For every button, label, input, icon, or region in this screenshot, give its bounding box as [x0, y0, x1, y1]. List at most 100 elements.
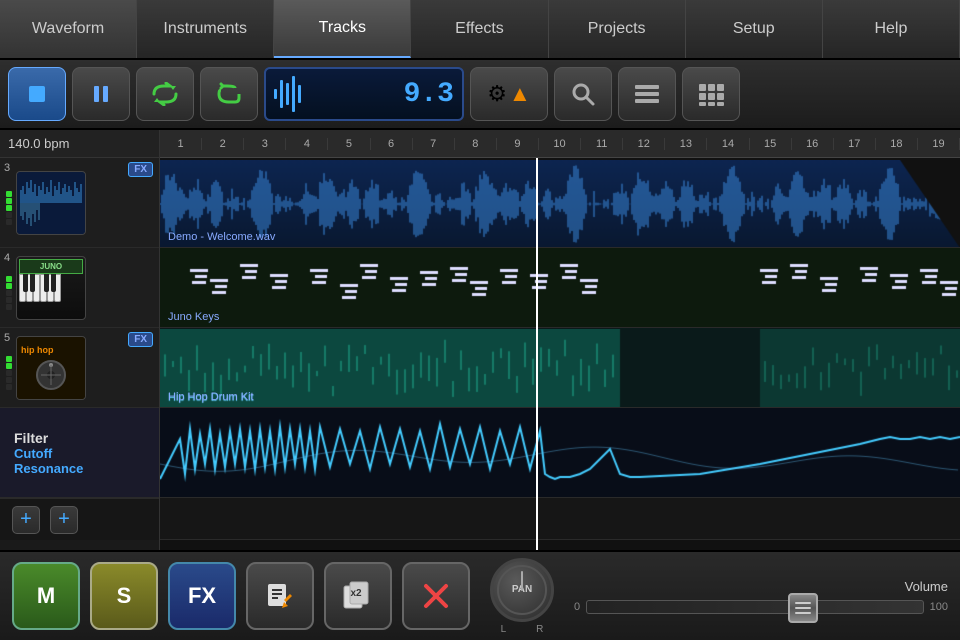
- track-4-thumbnail[interactable]: JUNO: [16, 256, 86, 320]
- track-3-meter: [6, 191, 12, 225]
- nav-help[interactable]: Help: [823, 0, 960, 58]
- volume-title: Volume: [574, 579, 948, 594]
- ruler-15: 15: [750, 138, 792, 150]
- volume-control: Volume 0 100: [574, 579, 948, 614]
- timeline-area: 1 2 3 4 5 6 7 8 9 10 11 12 13 14 15 16 1…: [160, 130, 960, 550]
- audio-track-name: Demo - Welcome.wav: [168, 231, 275, 243]
- main-area: 140.0 bpm 3: [0, 130, 960, 550]
- track-5-number: 5: [4, 332, 10, 344]
- ruler-16: 16: [792, 138, 834, 150]
- track-5-fx-badge[interactable]: FX: [128, 332, 153, 347]
- midi-pattern-canvas: [160, 249, 960, 327]
- filter-cutoff-label: Cutoff: [14, 446, 83, 461]
- pan-left-label: L: [501, 624, 507, 635]
- filter-track-lane[interactable]: [160, 408, 960, 498]
- pan-knob-svg: [494, 562, 550, 618]
- volume-track[interactable]: [586, 600, 924, 614]
- midi-track-lane[interactable]: Juno Keys: [160, 248, 960, 328]
- track-3-fx-badge[interactable]: FX: [128, 162, 153, 177]
- edit-icon: [262, 578, 298, 614]
- track-5-header: 5 hip hop FX: [0, 328, 159, 408]
- filter-resonance-label: Resonance: [14, 461, 83, 476]
- ruler-4: 4: [286, 138, 328, 150]
- drums-track-name: Hip Hop Drum Kit: [168, 391, 254, 403]
- search-button[interactable]: [554, 67, 612, 121]
- transport-display: 9.3: [264, 67, 464, 121]
- ruler-9: 9: [497, 138, 539, 150]
- midi-track-name: Juno Keys: [168, 311, 219, 323]
- track-3-thumbnail[interactable]: [16, 171, 86, 235]
- bar-indicator: [274, 76, 301, 112]
- ruler-14: 14: [707, 138, 749, 150]
- drums-track-lane[interactable]: Hip Hop Drum Kit: [160, 328, 960, 408]
- filter-automation-canvas: [160, 409, 960, 497]
- juno-label: JUNO: [19, 259, 83, 274]
- undo-button[interactable]: [200, 67, 258, 121]
- ruler-8: 8: [455, 138, 497, 150]
- pan-knob[interactable]: PAN: [490, 558, 554, 622]
- pan-control: PAN L R: [490, 558, 554, 635]
- add-automation-button[interactable]: +: [50, 506, 78, 534]
- edit-button[interactable]: [246, 562, 314, 630]
- nav-instruments[interactable]: Instruments: [137, 0, 274, 58]
- ruler-18: 18: [876, 138, 918, 150]
- duplicate-button[interactable]: x2: [324, 562, 392, 630]
- ruler-13: 13: [665, 138, 707, 150]
- volume-thumb[interactable]: [788, 593, 818, 623]
- volume-slider-container: 0 100: [574, 600, 948, 614]
- stop-button[interactable]: [8, 67, 66, 121]
- delete-icon: [418, 578, 454, 614]
- ruler-17: 17: [834, 138, 876, 150]
- track-3-header: 3: [0, 158, 159, 248]
- track-5-thumbnail[interactable]: hip hop: [16, 336, 86, 400]
- nav-effects[interactable]: Effects: [411, 0, 548, 58]
- pan-right-label: R: [536, 624, 543, 635]
- pan-lr-labels: L R: [501, 624, 544, 635]
- ruler-7: 7: [413, 138, 455, 150]
- ruler-10: 10: [539, 138, 581, 150]
- svg-text:hip hop: hip hop: [21, 345, 54, 355]
- list-view-button[interactable]: [618, 67, 676, 121]
- ruler-1: 1: [160, 138, 202, 150]
- nav-tracks[interactable]: Tracks: [274, 0, 411, 58]
- left-panel: 140.0 bpm 3: [0, 130, 160, 550]
- nav-waveform[interactable]: Waveform: [0, 0, 137, 58]
- track-3-number: 3: [4, 162, 10, 174]
- duplicate-icon: x2: [340, 578, 376, 614]
- top-navigation: Waveform Instruments Tracks Effects Proj…: [0, 0, 960, 60]
- delete-button[interactable]: [402, 562, 470, 630]
- nav-setup[interactable]: Setup: [686, 0, 823, 58]
- track-5-meter: [6, 356, 12, 390]
- fx-button[interactable]: FX: [168, 562, 236, 630]
- filter-track-header: Filter Cutoff Resonance: [0, 408, 159, 498]
- mute-button[interactable]: M: [12, 562, 80, 630]
- bottom-toolbar: M S FX x2 PAN: [0, 550, 960, 640]
- pause-button[interactable]: [72, 67, 130, 121]
- svg-text:x2: x2: [350, 588, 362, 599]
- metronome-settings-button[interactable]: ⚙ ▲: [470, 67, 548, 121]
- drums-pattern-canvas: [160, 329, 960, 407]
- ruler-11: 11: [581, 138, 623, 150]
- empty-track-lane: [160, 498, 960, 540]
- nav-projects[interactable]: Projects: [549, 0, 686, 58]
- ruler-12: 12: [623, 138, 665, 150]
- filter-title: Filter: [14, 430, 83, 446]
- audio-waveform-canvas: [160, 160, 960, 248]
- audio-track-lane[interactable]: Demo - Welcome.wav: [160, 158, 960, 248]
- ruler-19: 19: [918, 138, 960, 150]
- ruler-6: 6: [371, 138, 413, 150]
- track-4-number: 4: [4, 252, 10, 264]
- grid-view-button[interactable]: [682, 67, 740, 121]
- gear-icon: ⚙: [487, 81, 507, 107]
- timeline-ruler: 1 2 3 4 5 6 7 8 9 10 11 12 13 14 15 16 1…: [160, 130, 960, 158]
- position-display: 9.3: [404, 79, 454, 110]
- add-track-row: + +: [0, 498, 159, 540]
- main-toolbar: 9.3 ⚙ ▲: [0, 60, 960, 130]
- volume-min-label: 0: [574, 601, 580, 613]
- ruler-5: 5: [328, 138, 370, 150]
- add-track-button[interactable]: +: [12, 506, 40, 534]
- bpm-display: 140.0 bpm: [0, 130, 159, 158]
- solo-button[interactable]: S: [90, 562, 158, 630]
- track-4-header: 4 JUNO: [0, 248, 159, 328]
- loop-button[interactable]: [136, 67, 194, 121]
